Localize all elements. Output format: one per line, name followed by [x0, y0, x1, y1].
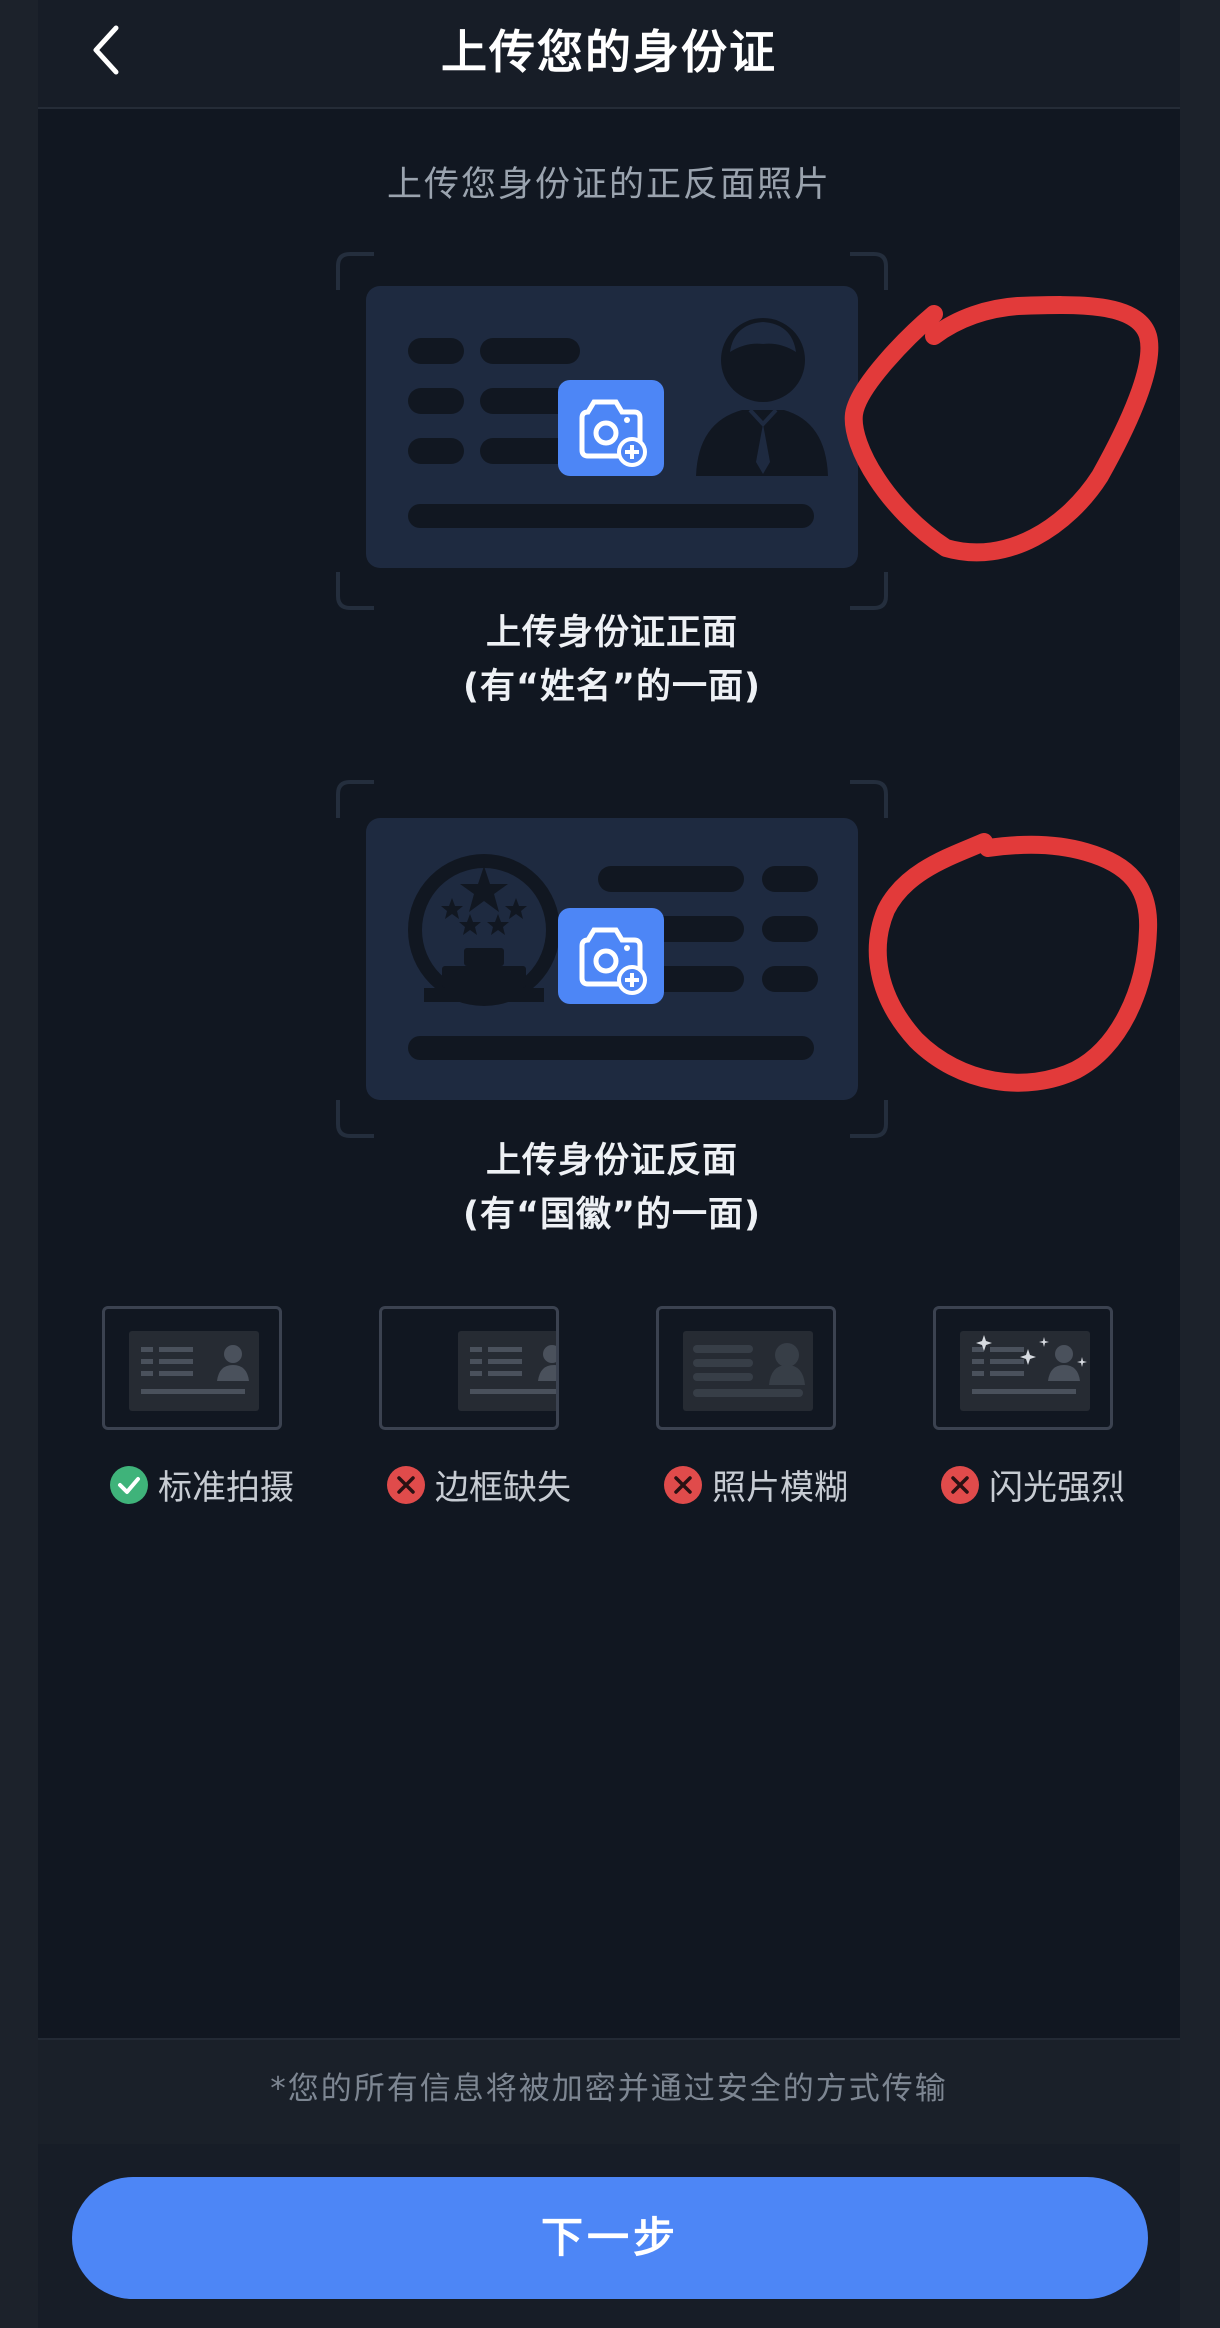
id-back-illustration	[336, 780, 888, 1138]
security-notice: *您的所有信息将被加密并通过安全的方式传输	[270, 2071, 948, 2107]
top-bar: 上传您的身份证	[38, 0, 1180, 109]
camera-add-icon	[558, 908, 664, 1004]
example-blurry-label: 照片模糊	[646, 1460, 866, 1509]
back-card-hint: (有“国徽”的一面)	[463, 1195, 761, 1235]
x-circle-icon	[664, 1465, 702, 1504]
back-card-label: 上传身份证反面	[485, 1141, 738, 1181]
upload-front-card[interactable]: 上传身份证正面 (有“姓名”的一面)	[336, 252, 888, 712]
x-circle-icon	[941, 1465, 979, 1504]
example-blurry-thumb	[656, 1306, 836, 1430]
screen: 上传您的身份证 上传您身份证的正反面照片 上传身份证正面 (有“姓名”的一面) …	[38, 0, 1180, 2328]
x-circle-icon	[387, 1465, 425, 1504]
id-front-illustration	[336, 252, 888, 610]
check-circle-icon	[110, 1465, 148, 1504]
photo-examples: 标准拍摄 边框缺失 照片模糊 闪光强烈	[38, 1306, 1180, 1509]
front-card-label: 上传身份证正面	[485, 613, 738, 653]
example-standard-label: 标准拍摄	[92, 1460, 312, 1509]
front-card-hint: (有“姓名”的一面)	[463, 667, 761, 707]
example-missing-border-label: 边框缺失	[369, 1460, 589, 1509]
example-strong-flash-label: 闪光强烈	[923, 1460, 1143, 1509]
emblem-icon	[408, 854, 560, 1006]
example-standard-thumb	[102, 1306, 282, 1430]
next-step-button[interactable]: 下一步	[72, 2177, 1148, 2299]
example-strong-flash-thumb	[933, 1306, 1113, 1430]
left-edge	[0, 0, 38, 2328]
page-subtitle: 上传您身份证的正反面照片	[386, 165, 831, 205]
right-edge	[1180, 0, 1220, 2328]
upload-back-card[interactable]: 上传身份证反面 (有“国徽”的一面)	[336, 780, 888, 1240]
example-missing-border-thumb	[379, 1306, 559, 1430]
page-title: 上传您的身份证	[441, 25, 777, 79]
camera-add-icon	[558, 380, 664, 476]
